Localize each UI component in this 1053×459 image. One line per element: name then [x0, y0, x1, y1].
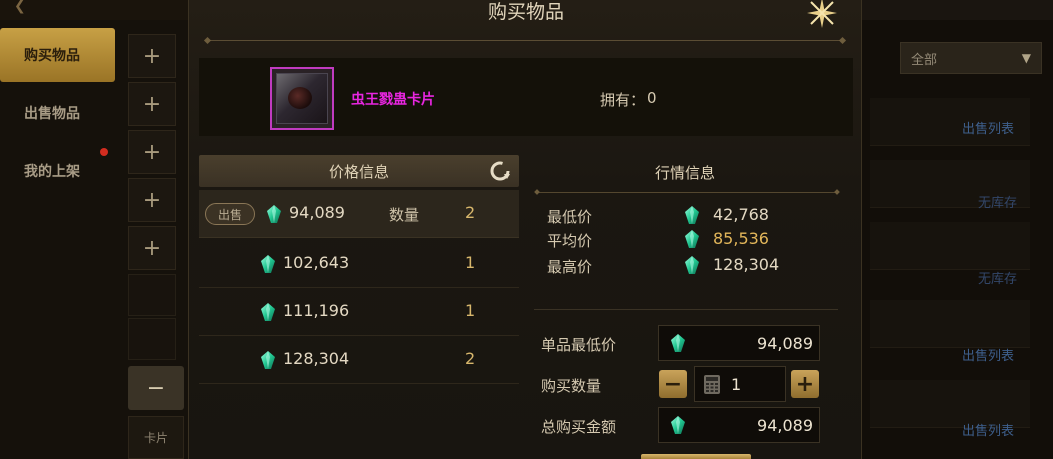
plus-icon: +	[795, 371, 815, 397]
gem-currency-icon	[685, 230, 699, 248]
calculator-icon[interactable]	[703, 374, 721, 395]
sidebar-item-my-listings[interactable]: 我的上架	[0, 144, 115, 198]
listing-row[interactable]: 111,196 1	[199, 288, 519, 336]
sell-list-link[interactable]: 出售列表	[962, 345, 1014, 364]
gem-currency-icon	[671, 416, 685, 434]
listing-price: 111,196	[283, 301, 350, 320]
filter-selected-value: 全部	[911, 52, 938, 68]
sell-list-link[interactable]: 出售列表	[962, 118, 1014, 137]
add-slot-button[interactable]: +	[128, 82, 176, 126]
listing-price: 94,089	[289, 203, 345, 222]
sidebar-item-buy[interactable]: 购买物品	[0, 28, 115, 82]
owned-label: 拥有：	[600, 91, 646, 109]
chevron-down-icon: ▼	[1021, 51, 1031, 65]
listing-price: 128,304	[283, 349, 350, 368]
out-of-stock-link[interactable]: 无库存	[978, 268, 1017, 287]
max-price-value: 128,304	[713, 255, 780, 274]
card-tile-label: 卡片	[143, 431, 168, 445]
max-price-label: 最高价	[547, 258, 593, 276]
empty-slot	[128, 274, 176, 316]
minus-icon: −	[146, 375, 166, 401]
gem-currency-icon	[267, 205, 281, 223]
add-slot-button[interactable]: +	[128, 226, 176, 270]
listing-row[interactable]: 128,304 2	[199, 336, 519, 384]
out-of-stock-link[interactable]: 无库存	[978, 192, 1017, 211]
avg-price-label: 平均价	[547, 232, 593, 250]
min-price-label: 最低价	[547, 208, 593, 226]
close-icon[interactable]	[805, 0, 839, 30]
sell-badge-label: 出售	[217, 207, 242, 222]
top-bar-left	[0, 0, 190, 20]
listing-quantity: 2	[465, 203, 476, 222]
add-slot-button[interactable]: +	[128, 34, 176, 78]
quantity-label: 数量	[389, 206, 420, 224]
quantity-value: 1	[731, 375, 742, 394]
plus-icon: +	[142, 187, 162, 213]
add-slot-button[interactable]: +	[128, 130, 176, 174]
plus-icon: +	[142, 235, 162, 261]
unit-price-field: 94,089	[658, 325, 820, 361]
minus-icon: −	[663, 371, 683, 397]
top-bar-right	[862, 0, 1053, 20]
item-name: 虫王戮蛊卡片	[351, 92, 435, 108]
owned-count: 0	[647, 89, 657, 107]
add-slot-button[interactable]: +	[128, 178, 176, 222]
sidebar-item-label: 出售物品	[24, 106, 80, 122]
gem-currency-icon	[671, 334, 685, 352]
total-amount-value: 94,089	[757, 416, 813, 435]
sell-badge: 出售	[205, 203, 255, 225]
quantity-input[interactable]: 1	[694, 366, 786, 402]
decrease-quantity-button[interactable]: −	[659, 370, 687, 398]
refresh-icon[interactable]	[489, 160, 511, 182]
min-price-value: 42,768	[713, 205, 769, 224]
collapse-button[interactable]: −	[128, 366, 184, 410]
notification-dot	[100, 148, 108, 156]
sidebar-item-label: 购买物品	[24, 48, 80, 64]
bg-list-row	[870, 222, 1030, 270]
gem-currency-icon	[685, 256, 699, 274]
category-filter-select[interactable]: 全部 ▼	[900, 42, 1042, 74]
confirm-buy-button[interactable]	[641, 454, 751, 459]
price-info-title: 价格信息	[328, 162, 389, 181]
sidebar-item-sell[interactable]: 出售物品	[0, 86, 115, 140]
listing-quantity: 2	[465, 349, 476, 368]
market-info-header: 行情信息	[654, 164, 715, 182]
bg-list-row	[870, 300, 1030, 348]
total-amount-field: 94,089	[658, 407, 820, 443]
increase-quantity-button[interactable]: +	[791, 370, 819, 398]
sidebar-item-label: 我的上架	[24, 164, 80, 180]
buy-item-dialog: 购买物品 虫王戮蛊卡片 拥有： 0 价格信息 出售 94,089 数量 2 10…	[188, 0, 862, 459]
plus-icon: +	[142, 91, 162, 117]
sell-list-link[interactable]: 出售列表	[962, 420, 1014, 439]
avg-price-value: 85,536	[713, 229, 769, 248]
market-divider	[537, 192, 837, 193]
card-creature-art	[288, 87, 312, 109]
item-card-thumbnail	[270, 67, 334, 130]
back-arrow-icon[interactable]: ❮	[14, 0, 26, 14]
unit-min-price-label: 单品最低价	[541, 336, 617, 354]
listing-row[interactable]: 102,643 1	[199, 240, 519, 288]
purchase-quantity-label: 购买数量	[541, 377, 602, 395]
unit-price-value: 94,089	[757, 334, 813, 353]
listing-price: 102,643	[283, 253, 350, 272]
listing-row[interactable]: 出售 94,089 数量 2	[199, 190, 519, 238]
listing-quantity: 1	[465, 253, 476, 272]
price-info-header: 价格信息	[199, 155, 519, 187]
title-divider	[207, 40, 843, 41]
empty-slot	[128, 318, 176, 360]
gem-currency-icon	[261, 255, 275, 273]
gem-currency-icon	[685, 206, 699, 224]
gem-currency-icon	[261, 351, 275, 369]
dialog-title: 购买物品	[487, 1, 564, 23]
plus-icon: +	[142, 43, 162, 69]
section-divider	[534, 309, 838, 310]
card-filter-tile[interactable]: 卡片	[128, 416, 184, 459]
gem-currency-icon	[261, 303, 275, 321]
plus-icon: +	[142, 139, 162, 165]
listing-quantity: 1	[465, 301, 476, 320]
total-amount-label: 总购买金额	[541, 418, 617, 436]
